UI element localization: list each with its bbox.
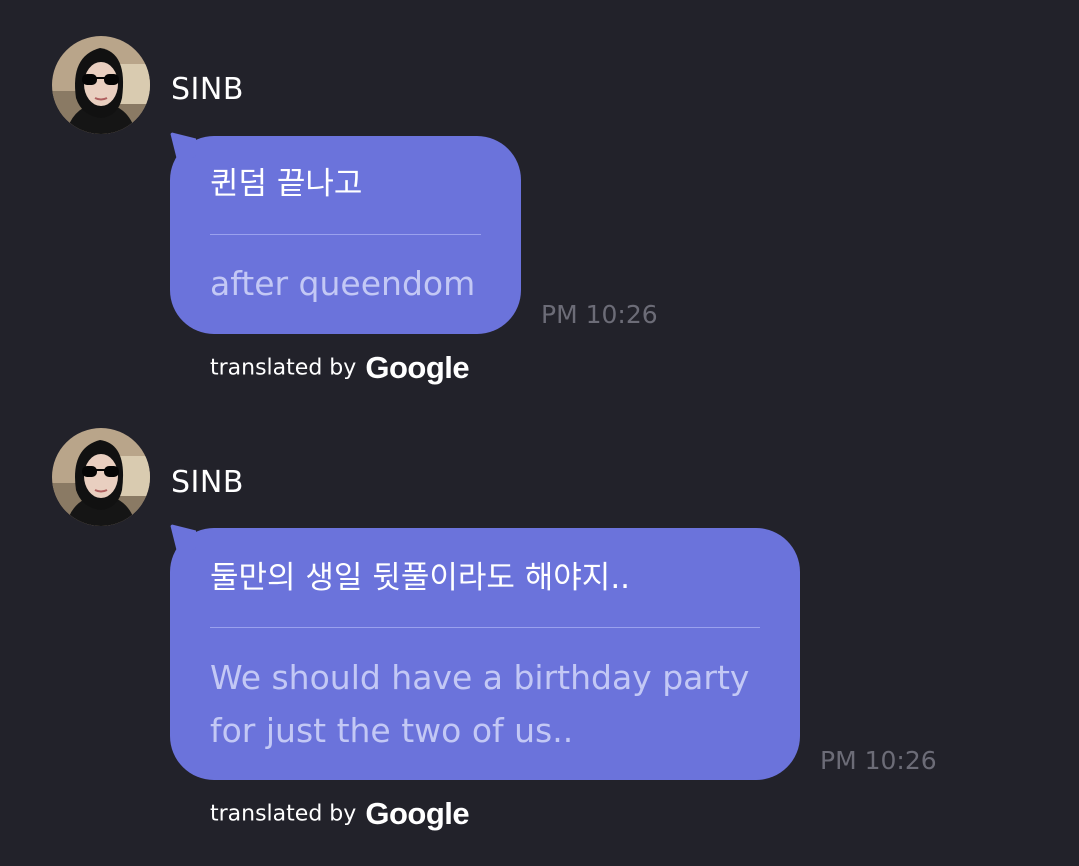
original-text: 둘만의 생일 뒷풀이라도 해야지.. <box>210 560 631 596</box>
translated-text: We should have a birthday party for just… <box>210 658 750 750</box>
profile-photo-icon <box>52 428 150 526</box>
original-text: 퀸덤 끝나고 <box>210 166 363 202</box>
profile-photo-icon <box>52 36 150 134</box>
sender-name: SINB <box>171 72 244 107</box>
translation-divider <box>210 234 481 235</box>
message-timestamp: PM 10:26 <box>541 300 658 329</box>
avatar[interactable] <box>52 428 150 526</box>
google-logo: Google <box>365 796 470 831</box>
message-timestamp: PM 10:26 <box>820 746 937 775</box>
sender-name: SINB <box>171 465 244 500</box>
attribution-prefix: translated by <box>210 355 357 381</box>
message-bubble[interactable]: 둘만의 생일 뒷풀이라도 해야지.. We should have a birt… <box>170 524 800 780</box>
bubble-tail <box>170 132 196 158</box>
translation-attribution: translated by Google <box>210 796 470 836</box>
message-bubble[interactable]: 퀸덤 끝나고 after queendom <box>170 132 521 334</box>
avatar[interactable] <box>52 36 150 134</box>
translation-divider <box>210 627 760 628</box>
google-logo: Google <box>365 350 470 385</box>
translated-text: after queendom <box>210 264 476 303</box>
attribution-prefix: translated by <box>210 801 357 827</box>
translation-attribution: translated by Google <box>210 350 470 390</box>
bubble-tail <box>170 524 196 550</box>
